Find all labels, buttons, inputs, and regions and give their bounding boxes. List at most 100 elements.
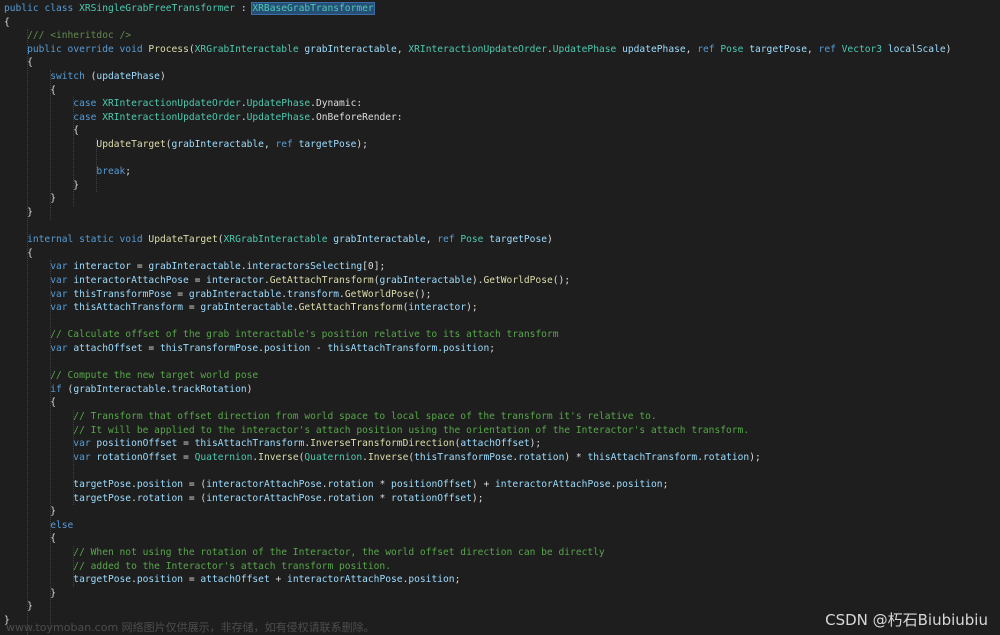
code-token: Vector3 bbox=[841, 43, 883, 55]
code-token: var bbox=[4, 302, 74, 314]
code-token: XRInteractionUpdateOrder bbox=[102, 98, 241, 110]
code-token: = bbox=[183, 302, 201, 314]
code-line: } bbox=[4, 179, 79, 193]
code-token: thisAttachTransform bbox=[327, 343, 438, 354]
code-line: public override void Process(XRGrabInter… bbox=[4, 43, 951, 57]
code-line: } bbox=[4, 206, 33, 220]
code-token: + bbox=[269, 574, 288, 586]
code-line: var interactorAttachPose = interactor.Ge… bbox=[4, 274, 570, 288]
code-token: // Transform that offset direction from … bbox=[4, 411, 657, 422]
code-token: Dynamic: bbox=[315, 98, 363, 110]
code-token: Process bbox=[148, 43, 189, 55]
code-token: ) bbox=[246, 383, 253, 395]
watermark-author: CSDN @朽石Biubiubiu bbox=[825, 611, 988, 629]
code-token: interactorAttachPose bbox=[287, 574, 403, 586]
code-token: class bbox=[44, 3, 80, 14]
code-token: ) * bbox=[564, 451, 588, 463]
code-line: // Transform that offset direction from … bbox=[4, 410, 657, 424]
code-line: } bbox=[4, 600, 33, 614]
code-token: = bbox=[177, 451, 195, 463]
code-line: { bbox=[4, 532, 56, 546]
code-token: targetPose bbox=[4, 479, 132, 490]
code-token: position bbox=[616, 479, 663, 490]
code-token: var bbox=[4, 343, 74, 354]
code-token: ) bbox=[159, 71, 166, 82]
code-token: Pose bbox=[460, 234, 484, 246]
code-token: ); bbox=[356, 139, 368, 150]
code-token: interactorAttachPose bbox=[206, 492, 322, 504]
code-token: UpdateTarget bbox=[4, 139, 166, 150]
code-token: thisTransformPose bbox=[159, 343, 259, 354]
code-token: ; bbox=[454, 574, 461, 586]
code-line: // added to the Interactor's attach tran… bbox=[4, 560, 391, 574]
code-token: attachOffset bbox=[200, 574, 270, 586]
code-token: ref bbox=[818, 43, 842, 55]
code-line: // Calculate offset of the grab interact… bbox=[4, 328, 558, 342]
code-token: var bbox=[4, 288, 74, 300]
code-token: ref bbox=[437, 234, 461, 246]
code-token: grabInteractable bbox=[304, 43, 397, 55]
code-token: (); bbox=[552, 275, 571, 286]
code-token: var bbox=[4, 451, 97, 463]
code-token: if bbox=[4, 383, 68, 395]
code-token: ); bbox=[471, 492, 484, 504]
code-token: ref bbox=[697, 43, 721, 55]
code-token: GetAttachTransform bbox=[298, 302, 403, 314]
code-token: case bbox=[4, 111, 103, 123]
code-token: = bbox=[142, 343, 160, 354]
code-token: interactor bbox=[73, 261, 132, 273]
code-line: else bbox=[4, 519, 73, 533]
code-token: * bbox=[373, 479, 392, 490]
code-token: { bbox=[4, 247, 33, 259]
code-line: if (grabInteractable.trackRotation) bbox=[4, 383, 252, 397]
code-token: rotationOffset bbox=[391, 492, 472, 504]
code-token: interactor bbox=[408, 302, 467, 314]
code-line: internal static void UpdateTarget(XRGrab… bbox=[4, 233, 553, 247]
code-token: attachOffset bbox=[73, 343, 143, 354]
code-line: case XRInteractionUpdateOrder.UpdatePhas… bbox=[4, 111, 402, 125]
code-token: ; bbox=[489, 343, 496, 354]
code-token: interactor bbox=[206, 275, 264, 286]
code-token: } bbox=[4, 587, 56, 599]
code-token: Quaternion bbox=[304, 451, 363, 463]
code-token: * bbox=[373, 492, 392, 504]
code-token: thisTransformPose bbox=[73, 288, 172, 300]
code-token: Inverse bbox=[258, 451, 299, 463]
code-token: = bbox=[131, 261, 149, 273]
code-token: var bbox=[4, 275, 74, 286]
code-token: ) + bbox=[471, 479, 496, 490]
code-token: rotationOffset bbox=[96, 451, 178, 463]
code-token: grabInteractable bbox=[171, 139, 264, 150]
code-line: break; bbox=[4, 165, 131, 179]
code-line: targetPose.position = (interactorAttachP… bbox=[4, 478, 668, 492]
code-token: targetPose bbox=[489, 234, 548, 246]
code-token: { bbox=[4, 397, 56, 409]
code-token: interactorAttachPose bbox=[206, 479, 322, 490]
code-token: ); bbox=[466, 302, 478, 314]
code-token: targetPose bbox=[4, 574, 132, 586]
code-token: thisAttachTransform bbox=[194, 438, 305, 450]
code-token: thisAttachTransform bbox=[73, 302, 184, 314]
code-token: thisAttachTransform bbox=[587, 451, 698, 463]
code-token: var bbox=[4, 438, 97, 450]
code-line: var rotationOffset = Quaternion.Inverse(… bbox=[4, 451, 760, 465]
code-token: interactorsSelecting bbox=[246, 261, 363, 273]
code-token: attachOffset bbox=[460, 438, 530, 450]
code-token: public bbox=[4, 3, 45, 14]
code-line: var thisTransformPose = grabInteractable… bbox=[4, 288, 431, 302]
code-token: transform bbox=[287, 288, 340, 300]
code-token: rotation bbox=[136, 492, 184, 504]
code-token: break bbox=[4, 166, 126, 178]
code-token: grabInteractable bbox=[379, 275, 472, 286]
code-token: // added to the Interactor's attach tran… bbox=[4, 560, 391, 572]
watermark-url: www.toymoban.com 网络图片仅供展示，非存储，如有侵权请联系删除。 bbox=[6, 621, 375, 634]
code-token: ; bbox=[125, 166, 132, 178]
code-editor[interactable]: public class XRSingleGrabFreeTransformer… bbox=[0, 0, 1000, 635]
code-line: case XRInteractionUpdateOrder.UpdatePhas… bbox=[4, 97, 362, 111]
code-line: { bbox=[4, 124, 79, 138]
code-line: var thisAttachTransform = grabInteractab… bbox=[4, 301, 478, 315]
code-token: case bbox=[4, 98, 103, 110]
code-token: grabInteractable bbox=[200, 302, 293, 314]
code-token: } bbox=[4, 506, 56, 518]
code-line: // It will be applied to the interactor'… bbox=[4, 424, 749, 438]
